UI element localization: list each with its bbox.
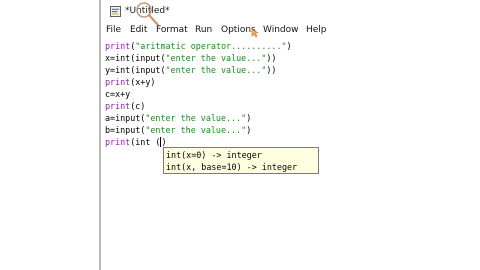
menu-run[interactable]: Run xyxy=(195,25,212,35)
menu-bar: File Edit Format Run Options Window Help xyxy=(101,24,480,39)
menu-file[interactable]: File xyxy=(106,25,121,35)
code-line: print(x+y) xyxy=(105,77,156,87)
code-line: c=x+y xyxy=(105,89,131,99)
code-line: x=int(input("enter the value...")) xyxy=(105,53,277,63)
background-area xyxy=(0,0,100,270)
code-editor[interactable]: print("aritmatic operator..........") x=… xyxy=(101,39,480,270)
python-icon xyxy=(110,6,121,17)
calltip-line: int(x, base=10) -> integer xyxy=(166,162,298,172)
code-line: print("aritmatic operator..........") xyxy=(105,41,292,51)
calltip: int(x=0) -> integer int(x, base=10) -> i… xyxy=(163,147,319,174)
menu-edit[interactable]: Edit xyxy=(130,25,147,35)
menu-window[interactable]: Window xyxy=(263,25,299,35)
idle-editor-window: *Untitled* File Edit Format Run Options … xyxy=(99,0,480,270)
menu-format[interactable]: Format xyxy=(156,25,188,35)
code-line: b=input("enter the value...") xyxy=(105,125,252,135)
code-line: y=int(input("enter the value...")) xyxy=(105,65,277,75)
pointer-arrow-icon xyxy=(251,28,259,38)
code-line: a=input("enter the value...") xyxy=(105,113,252,123)
calltip-line: int(x=0) -> integer xyxy=(166,150,262,160)
menu-help[interactable]: Help xyxy=(306,25,327,35)
code-line: print(c) xyxy=(105,101,146,111)
title-bar: *Untitled* xyxy=(101,0,480,27)
current-code-line: print(int () xyxy=(105,137,167,147)
